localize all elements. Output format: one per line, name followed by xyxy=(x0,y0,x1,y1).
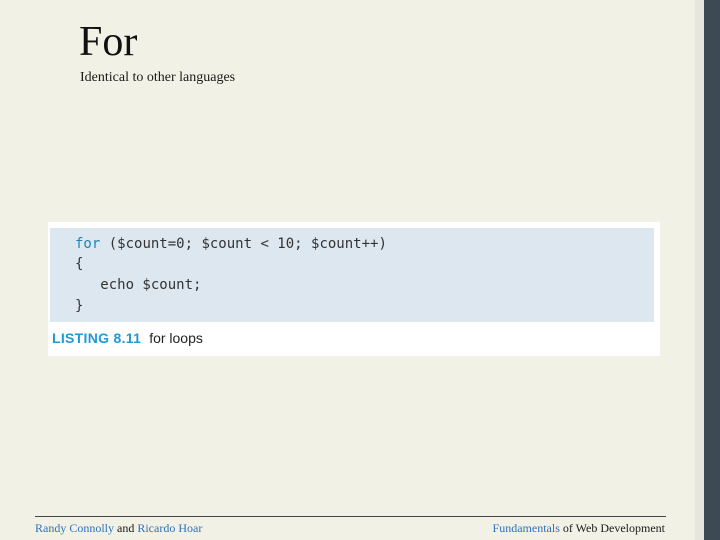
code-line-2: { xyxy=(75,256,84,272)
code-keyword: for xyxy=(75,236,101,252)
footer-author-2: Ricardo Hoar xyxy=(137,521,203,535)
listing-caption-text: for loops xyxy=(149,330,203,346)
code-line-3: echo $count; xyxy=(75,277,202,293)
decorative-side-strip xyxy=(695,0,704,540)
footer-book-title: Fundamentals of Web Development xyxy=(493,520,665,536)
footer-author-1: Randy Connolly xyxy=(35,521,115,535)
listing-caption: LISTING 8.11 for loops xyxy=(52,329,203,347)
code-text: ($count=0; $count < 10; $count++) xyxy=(100,236,387,252)
slide-title: For xyxy=(79,19,138,65)
decorative-side-bar xyxy=(704,0,720,540)
code-block: for ($count=0; $count < 10; $count++) { … xyxy=(50,228,654,322)
slide-subtitle: Identical to other languages xyxy=(80,70,236,85)
listing-number: LISTING 8.11 xyxy=(52,330,142,346)
code-line-4: } xyxy=(75,298,84,314)
footer-and: and xyxy=(114,521,138,535)
footer-authors: Randy Connolly and Ricardo Hoar xyxy=(35,520,202,536)
footer-book-title-part-1: Fundamentals xyxy=(492,521,560,535)
code-listing: for ($count=0; $count < 10; $count++) { … xyxy=(48,222,660,356)
footer-divider xyxy=(35,516,666,517)
code-line-1: for ($count=0; $count < 10; $count++) xyxy=(75,234,387,254)
footer-book-title-part-2: of Web Development xyxy=(559,521,665,535)
